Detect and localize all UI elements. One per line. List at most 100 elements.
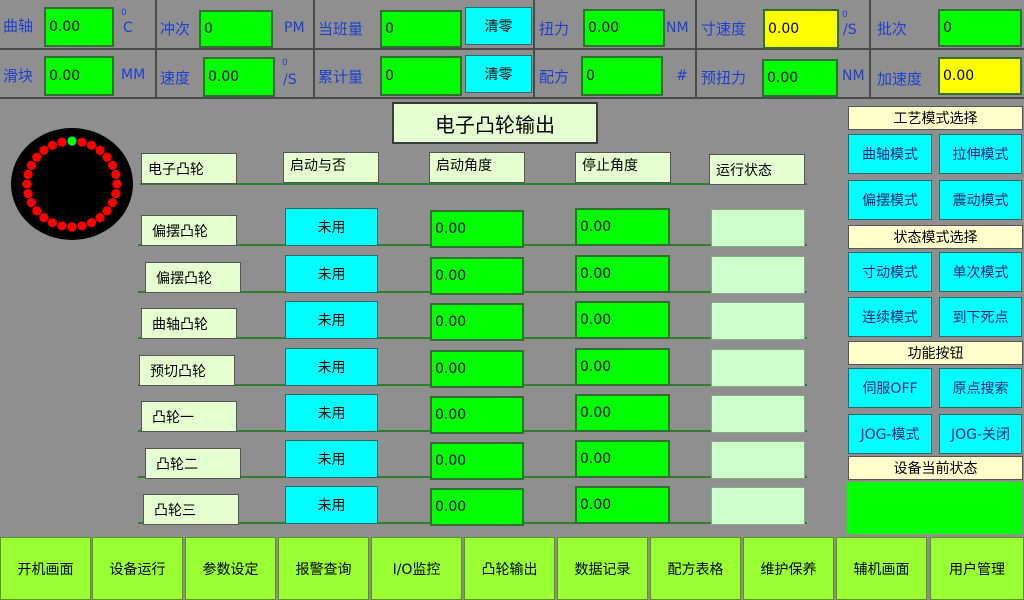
nav-button-3[interactable]: 报警查询 (278, 537, 369, 600)
cam-enable-button[interactable]: 未用 (285, 255, 378, 293)
status-mode-header: 状态模式选择 (848, 225, 1023, 249)
indicator-dot (77, 137, 87, 147)
header-stop-angle: 停止角度 (575, 152, 671, 183)
stretch-mode-button[interactable]: 拉伸模式 (939, 134, 1022, 174)
device-status-display (847, 482, 1022, 534)
inch-mode-button[interactable]: 寸动模式 (848, 252, 932, 292)
pretorque-unit: NM (842, 68, 865, 84)
stroke-label: 冲次 (160, 20, 191, 38)
nav-button-1[interactable]: 设备运行 (92, 537, 183, 600)
process-mode-header: 工艺模式选择 (848, 106, 1023, 130)
crank-unit: C (123, 20, 133, 36)
vibration-mode-button[interactable]: 震动模式 (939, 180, 1022, 220)
cam-enable-button[interactable]: 未用 (285, 301, 378, 339)
single-mode-button[interactable]: 单次模式 (939, 252, 1022, 292)
nav-button-4[interactable]: I/O监控 (371, 537, 462, 600)
indicator-dot (47, 140, 58, 150)
nav-button-9[interactable]: 辅机画面 (836, 537, 927, 600)
header-underline (140, 183, 807, 185)
cam-position-indicator (11, 128, 133, 240)
batch-field[interactable]: 0 (938, 9, 1022, 47)
cam-name: 偏摆凸轮 (145, 262, 241, 293)
slider-unit: MM (121, 67, 146, 83)
inch-speed-unit: /S (843, 22, 857, 38)
nav-button-5[interactable]: 凸轮输出 (464, 537, 555, 600)
stroke-unit: PM (284, 20, 305, 36)
indicator-dot (57, 137, 67, 147)
torque-unit: NM (666, 20, 689, 36)
accel-field[interactable]: 0.00 (938, 57, 1022, 95)
shift-count-field[interactable]: 0 (380, 10, 462, 48)
page-title: 电子凸轮输出 (392, 102, 598, 144)
slider-position-field[interactable]: 0.00 (44, 56, 114, 96)
cam-start-angle-field[interactable]: 0.00 (430, 442, 524, 480)
indicator-dot (23, 169, 33, 180)
cam-enable-button[interactable]: 未用 (285, 348, 378, 386)
cam-start-angle-field[interactable]: 0.00 (430, 303, 524, 341)
cam-start-angle-field[interactable]: 0.00 (430, 396, 524, 434)
cam-enable-button[interactable]: 未用 (285, 440, 378, 478)
recipe-field[interactable]: 0 (581, 56, 663, 96)
speed-degree-sup: 0 (282, 58, 288, 68)
cam-stop-angle-field[interactable]: 0.00 (575, 255, 670, 293)
cam-start-angle-field[interactable]: 0.00 (430, 488, 524, 526)
cam-enable-button[interactable]: 未用 (285, 208, 378, 246)
cam-name: 偏摆凸轮 (141, 215, 237, 246)
cam-stop-angle-field[interactable]: 0.00 (575, 348, 670, 386)
nav-button-0[interactable]: 开机画面 (0, 537, 91, 600)
shift-count-label: 当班量 (318, 20, 364, 38)
cam-run-state (711, 349, 805, 387)
cam-stop-angle-field[interactable]: 0.00 (575, 394, 670, 432)
indicator-dot (26, 160, 37, 170)
inch-speed-label: 寸速度 (701, 20, 747, 38)
stroke-rate-field[interactable]: 0 (199, 10, 273, 48)
cam-start-angle-field[interactable]: 0.00 (430, 257, 524, 295)
function-buttons-header: 功能按钮 (848, 341, 1023, 365)
total-clear-button[interactable]: 清零 (465, 55, 532, 93)
cam-start-angle-field[interactable]: 0.00 (430, 350, 524, 388)
header-start-angle: 启动角度 (429, 152, 525, 183)
cam-run-state (711, 487, 805, 525)
pretorque-field[interactable]: 0.00 (762, 59, 838, 97)
indicator-dot (23, 188, 33, 199)
nav-button-8[interactable]: 维护保养 (743, 537, 834, 600)
cam-stop-angle-field[interactable]: 0.00 (575, 440, 670, 478)
cam-enable-button[interactable]: 未用 (285, 486, 378, 524)
cam-run-state (711, 441, 805, 479)
speed-field[interactable]: 0.00 (203, 57, 275, 97)
nav-button-10[interactable]: 用户管理 (930, 537, 1024, 600)
jog-close-button[interactable]: JOG-关闭 (939, 414, 1022, 454)
cam-start-angle-field[interactable]: 0.00 (430, 210, 524, 248)
crank-angle-field[interactable]: 0.00 (44, 7, 114, 47)
shift-clear-button[interactable]: 清零 (465, 7, 532, 45)
nav-button-2[interactable]: 参数设定 (185, 537, 276, 600)
header-run-state: 运行状态 (709, 154, 805, 185)
pretorque-label: 预扭力 (701, 69, 747, 87)
jog-mode-button[interactable]: JOG-模式 (848, 414, 932, 454)
cam-enable-button[interactable]: 未用 (285, 394, 378, 432)
inch-speed-degree-sup: 0 (842, 10, 848, 20)
inch-speed-field[interactable]: 0.00 (763, 9, 839, 49)
servo-off-button[interactable]: 伺服OFF (848, 368, 932, 408)
crank-mode-button[interactable]: 曲轴模式 (848, 134, 932, 174)
indicator-dot (111, 188, 121, 199)
swing-mode-button[interactable]: 偏摆模式 (848, 180, 932, 220)
indicator-dot (26, 198, 37, 208)
torque-field[interactable]: 0.00 (583, 9, 665, 47)
continuous-mode-button[interactable]: 连续模式 (848, 297, 932, 337)
bottom-dead-center-button[interactable]: 到下死点 (939, 297, 1022, 337)
home-search-button[interactable]: 原点搜索 (939, 368, 1022, 408)
nav-button-7[interactable]: 配方表格 (650, 537, 741, 600)
header-enable: 启动与否 (283, 152, 379, 183)
cam-name: 凸轮二 (145, 448, 241, 479)
cam-stop-angle-field[interactable]: 0.00 (575, 208, 670, 246)
cam-stop-angle-field[interactable]: 0.00 (575, 301, 670, 339)
torque-label: 扭力 (539, 20, 570, 38)
accel-label: 加速度 (877, 70, 923, 88)
cam-name: 曲轴凸轮 (141, 308, 237, 339)
indicator-dot (102, 206, 112, 216)
total-count-field[interactable]: 0 (380, 56, 462, 96)
nav-button-6[interactable]: 数据记录 (557, 537, 648, 600)
cam-stop-angle-field[interactable]: 0.00 (575, 486, 670, 524)
crank-degree-sup: 0 (121, 8, 127, 18)
